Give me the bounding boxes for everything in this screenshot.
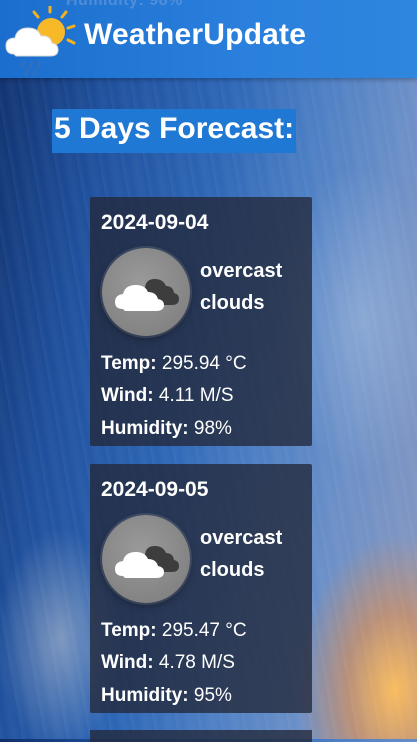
humidity-row: Humidity: 95% [101,684,232,708]
humidity-row: Humidity: 98% [101,417,232,441]
weather-description: overcast clouds [200,522,300,586]
temp-value: 295.94 °C [161,353,247,374]
forecast-title: 5 Days Forecast: [52,109,297,153]
forecast-date: 2024-09-04 [101,211,209,234]
humidity-value: 98% [193,418,232,439]
forecast-card: 2024-09-04 overcast clouds Temp: 295.94 … [90,197,312,446]
brand-title[interactable]: WeatherUpdate [84,18,306,52]
temp-row: Temp: 295.94 °C [101,352,247,376]
forecast-date: 2024-09-05 [101,478,209,501]
header-ghost-text: Humidity: 98% [66,0,183,9]
wind-row: Wind: 4.11 M/S [101,384,234,408]
wind-label: Wind: [101,385,154,406]
partly-cloudy-rain-icon[interactable] [2,4,78,76]
temp-row: Temp: 295.47 °C [101,619,247,643]
description-line-1: overcast [200,260,283,282]
weather-description: overcast clouds [200,255,300,319]
humidity-label: Humidity: [101,685,189,706]
description-line-1: overcast [200,527,283,549]
app-header: Humidity: 98% WeatherUpdate [0,0,417,78]
wind-row: Wind: 4.78 M/S [101,651,235,675]
temp-label: Temp: [101,620,157,641]
humidity-value: 95% [193,685,232,706]
description-line-2: clouds [200,559,265,581]
wind-value: 4.11 M/S [158,385,234,406]
broken-clouds-icon [102,248,190,336]
temp-label: Temp: [101,353,157,374]
description-line-2: clouds [200,292,265,314]
forecast-card-partial [90,730,312,742]
wind-label: Wind: [101,652,154,673]
temp-value: 295.47 °C [161,620,247,641]
humidity-label: Humidity: [101,418,189,439]
wind-value: 4.78 M/S [158,652,235,673]
broken-clouds-icon [102,515,190,603]
forecast-card: 2024-09-05 overcast clouds Temp: 295.47 … [90,464,312,713]
